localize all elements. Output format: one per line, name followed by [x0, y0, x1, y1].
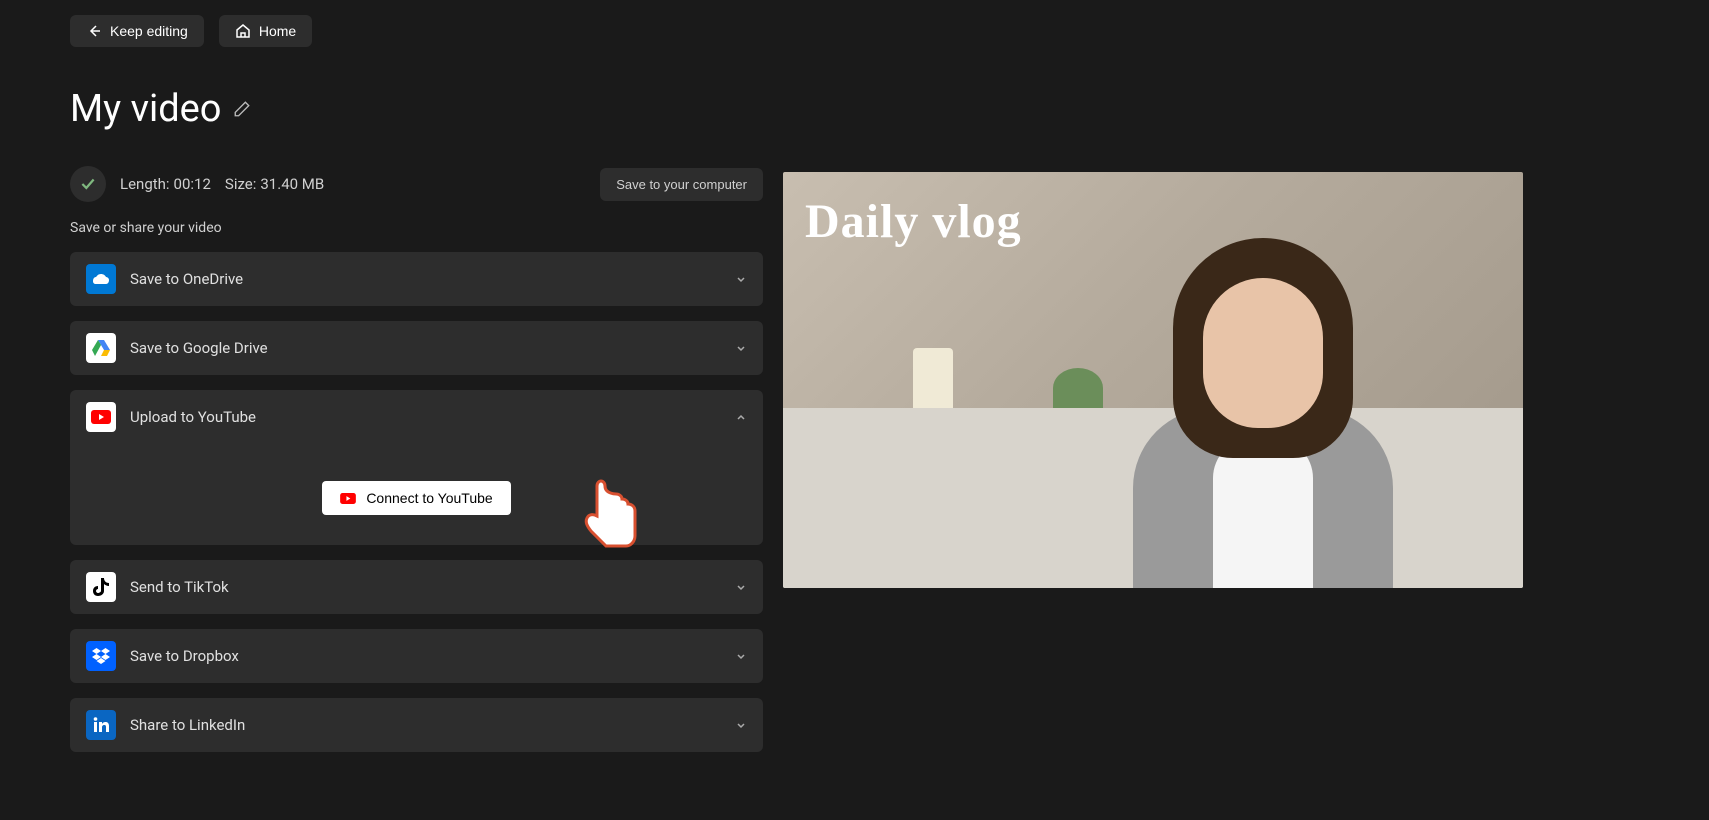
share-label: Send to TikTok — [130, 578, 229, 596]
preview-overlay-title: Daily vlog — [805, 194, 1022, 249]
linkedin-icon — [86, 710, 116, 740]
onedrive-icon — [86, 264, 116, 294]
save-to-computer-button[interactable]: Save to your computer — [600, 168, 763, 201]
gdrive-icon — [86, 333, 116, 363]
size-label: Size: — [225, 175, 256, 193]
chevron-down-icon — [735, 650, 747, 662]
youtube-icon — [86, 402, 116, 432]
chevron-down-icon — [735, 719, 747, 731]
home-button[interactable]: Home — [219, 15, 312, 47]
share-label: Save to OneDrive — [130, 270, 243, 288]
cursor-pointer-icon — [581, 476, 641, 551]
edit-icon[interactable] — [233, 100, 251, 118]
share-option-gdrive[interactable]: Save to Google Drive — [70, 321, 763, 375]
chevron-down-icon — [735, 273, 747, 285]
tiktok-icon — [86, 572, 116, 602]
chevron-down-icon — [735, 342, 747, 354]
size-value: 31.40 MB — [260, 175, 324, 193]
share-option-linkedin[interactable]: Share to LinkedIn — [70, 698, 763, 752]
connect-youtube-button[interactable]: Connect to YouTube — [322, 481, 510, 515]
share-label: Save to Google Drive — [130, 339, 268, 357]
video-preview[interactable]: Daily vlog — [783, 172, 1523, 588]
share-label: Upload to YouTube — [130, 408, 256, 426]
share-option-onedrive[interactable]: Save to OneDrive — [70, 252, 763, 306]
length-label: Length: — [120, 175, 170, 193]
share-label: Share to LinkedIn — [130, 716, 245, 734]
connect-youtube-label: Connect to YouTube — [366, 490, 492, 506]
arrow-left-icon — [86, 23, 102, 39]
home-label: Home — [259, 23, 296, 39]
share-option-dropbox[interactable]: Save to Dropbox — [70, 629, 763, 683]
length-value: 00:12 — [174, 175, 211, 193]
chevron-up-icon — [735, 411, 747, 423]
chevron-down-icon — [735, 581, 747, 593]
check-icon — [79, 175, 97, 193]
status-check-circle — [70, 166, 106, 202]
keep-editing-button[interactable]: Keep editing — [70, 15, 204, 47]
youtube-icon — [340, 493, 356, 504]
home-icon — [235, 23, 251, 39]
page-title: My video — [70, 87, 221, 131]
dropbox-icon — [86, 641, 116, 671]
save-share-heading: Save or share your video — [70, 220, 763, 236]
share-option-youtube[interactable]: Upload to YouTube Connect to YouTube — [70, 390, 763, 545]
share-option-tiktok[interactable]: Send to TikTok — [70, 560, 763, 614]
share-label: Save to Dropbox — [130, 647, 239, 665]
keep-editing-label: Keep editing — [110, 23, 188, 39]
